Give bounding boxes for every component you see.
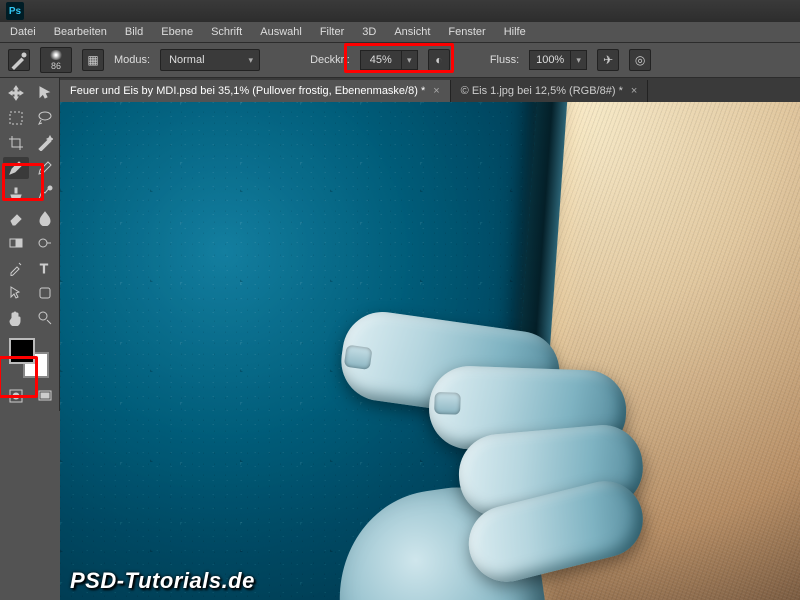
menu-datei[interactable]: Datei [10, 26, 36, 38]
tools-panel: T [0, 78, 60, 411]
airbrush-icon[interactable]: ✈ [597, 49, 619, 71]
menu-bild[interactable]: Bild [125, 26, 143, 38]
brush-tool[interactable] [3, 157, 29, 179]
mode-label: Modus: [114, 54, 150, 66]
menu-bearbeiten[interactable]: Bearbeiten [54, 26, 107, 38]
document-tabs: Feuer und Eis by MDI.psd bei 35,1% (Pull… [60, 78, 800, 102]
foreground-color-swatch[interactable] [9, 338, 35, 364]
hand-tool[interactable] [3, 307, 29, 329]
watermark-suffix: .de [222, 568, 255, 593]
svg-text:T: T [40, 261, 48, 276]
watermark: PSD-Tutorials.de [70, 568, 255, 594]
document-tab-1-label: Feuer und Eis by MDI.psd bei 35,1% (Pull… [70, 85, 425, 97]
eyedropper-tool[interactable] [3, 257, 29, 279]
crop-tool[interactable] [3, 132, 29, 154]
brush-size-value: 86 [51, 61, 61, 71]
clone-stamp-tool[interactable] [3, 182, 29, 204]
pressure-size-icon[interactable]: ◎ [629, 49, 651, 71]
blend-mode-select[interactable]: Normal [160, 49, 260, 71]
quickmask-toggle[interactable] [3, 385, 29, 407]
magic-wand-tool[interactable] [32, 132, 58, 154]
menu-hilfe[interactable]: Hilfe [504, 26, 526, 38]
app-logo: Ps [6, 2, 24, 20]
window-titlebar: Ps [0, 0, 800, 22]
opacity-input[interactable] [360, 50, 402, 70]
document-tab-2-label: © Eis 1.jpg bei 12,5% (RGB/8#) * [461, 85, 623, 97]
blur-tool[interactable] [32, 207, 58, 229]
menu-auswahl[interactable]: Auswahl [260, 26, 302, 38]
marquee-tool[interactable] [3, 107, 29, 129]
opacity-field[interactable]: ▾ [360, 49, 418, 71]
menu-ansicht[interactable]: Ansicht [394, 26, 430, 38]
dodge-tool[interactable] [32, 232, 58, 254]
move-tool[interactable] [3, 82, 29, 104]
menu-ebene[interactable]: Ebene [161, 26, 193, 38]
flow-label: Fluss: [490, 54, 519, 66]
shape-tool[interactable] [32, 282, 58, 304]
type-tool[interactable]: T [32, 257, 58, 279]
tool-options-bar: 86 ▦ Modus: Normal Deckkr.: ▾ ◐ Fluss: ▾… [0, 42, 800, 78]
zoom-tool[interactable] [32, 307, 58, 329]
gradient-tool[interactable] [3, 232, 29, 254]
flow-field[interactable]: ▾ [529, 49, 587, 71]
screenmode-toggle[interactable] [32, 385, 58, 407]
close-icon[interactable]: × [631, 85, 637, 97]
pencil-tool[interactable] [32, 157, 58, 179]
brush-dot-icon [49, 50, 63, 60]
menu-3d[interactable]: 3D [362, 26, 376, 38]
menu-bar: Datei Bearbeiten Bild Ebene Schrift Ausw… [0, 22, 800, 42]
document-tab-1[interactable]: Feuer und Eis by MDI.psd bei 35,1% (Pull… [60, 80, 451, 102]
lasso-tool[interactable] [32, 107, 58, 129]
hand-shape [321, 279, 702, 600]
color-swatches [3, 336, 58, 382]
flow-input[interactable] [529, 50, 571, 70]
nail-2 [434, 392, 461, 415]
watermark-main: PSD-Tutorials [70, 568, 222, 593]
brush-preset-picker[interactable]: 86 [40, 47, 72, 73]
history-brush-tool[interactable] [32, 182, 58, 204]
flow-dropdown-icon[interactable]: ▾ [571, 50, 587, 70]
opacity-label: Deckkr.: [310, 54, 350, 66]
eraser-tool[interactable] [3, 207, 29, 229]
close-icon[interactable]: × [433, 85, 439, 97]
menu-filter[interactable]: Filter [320, 26, 344, 38]
nail-1 [344, 345, 373, 370]
path-select-tool[interactable] [3, 282, 29, 304]
pressure-opacity-icon[interactable]: ◐ [428, 49, 450, 71]
menu-fenster[interactable]: Fenster [448, 26, 485, 38]
opacity-dropdown-icon[interactable]: ▾ [402, 50, 418, 70]
artwork: PSD-Tutorials.de [60, 102, 800, 600]
canvas-area[interactable]: PSD-Tutorials.de [60, 102, 800, 600]
arrow-tool[interactable] [32, 82, 58, 104]
workspace: Feuer und Eis by MDI.psd bei 35,1% (Pull… [60, 78, 800, 600]
document-tab-2[interactable]: © Eis 1.jpg bei 12,5% (RGB/8#) * × [451, 80, 649, 102]
blend-mode-value: Normal [169, 54, 204, 66]
menu-schrift[interactable]: Schrift [211, 26, 242, 38]
brush-panel-toggle-icon[interactable]: ▦ [82, 49, 104, 71]
tool-preset-icon[interactable] [8, 49, 30, 71]
